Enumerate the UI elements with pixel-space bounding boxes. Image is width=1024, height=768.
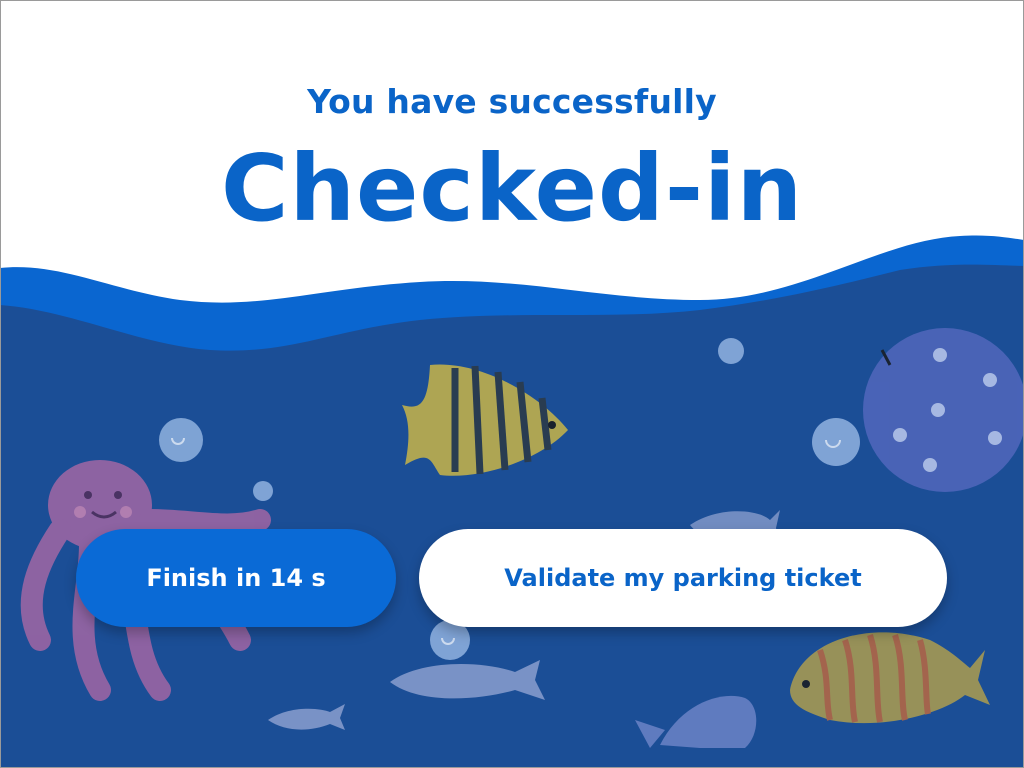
page-title: Checked-in <box>220 135 804 242</box>
finish-countdown-button[interactable]: Finish in 14 s <box>76 529 396 627</box>
success-subtitle: You have successfully <box>307 82 717 121</box>
bubble-icon <box>253 481 273 501</box>
bubble-icon <box>718 338 744 364</box>
bubble-icon <box>812 418 860 466</box>
validate-parking-ticket-button[interactable]: Validate my parking ticket <box>419 529 947 627</box>
checkin-success-screen: You have successfully Checked-in Finish … <box>0 0 1024 768</box>
bubble-icon <box>159 418 203 462</box>
pufferfish-illustration <box>863 328 1024 492</box>
